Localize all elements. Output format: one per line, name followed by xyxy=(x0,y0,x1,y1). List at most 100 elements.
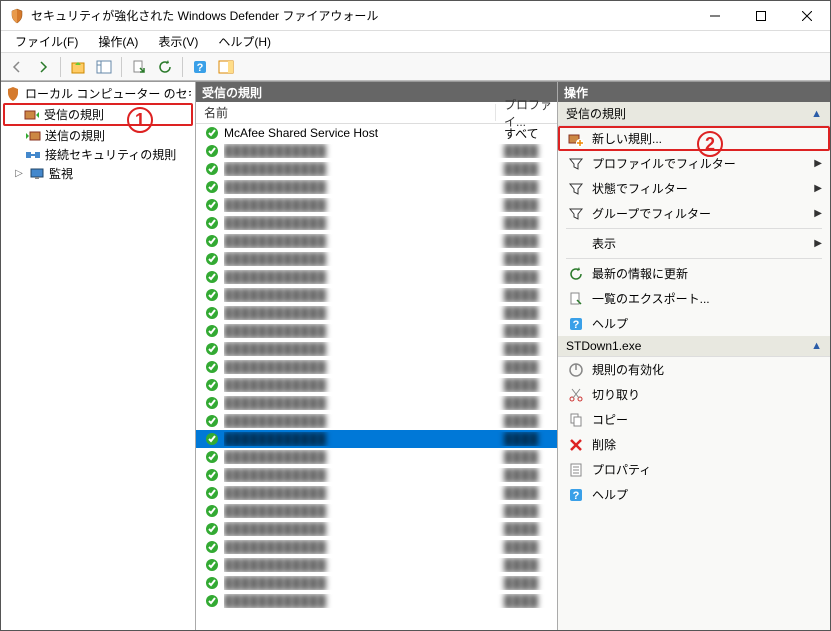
list-row[interactable]: ████████████████ xyxy=(196,448,557,466)
outbound-rule-icon xyxy=(25,128,41,144)
list-row[interactable]: ████████████████ xyxy=(196,358,557,376)
tree-item-monitor[interactable]: ▷ 監視 xyxy=(3,164,193,183)
list-header: 名前 プロファイ... xyxy=(196,102,557,124)
action-view[interactable]: 表示 ▶ xyxy=(558,231,830,256)
list-row[interactable]: ████████████████ xyxy=(196,430,557,448)
back-button[interactable] xyxy=(5,56,29,78)
action-new-rule[interactable]: 新しい規則... xyxy=(558,126,830,151)
actions-pane: 操作 受信の規則 ▲ 新しい規則... プロファイルでフィルター ▶ 状態 xyxy=(558,82,830,630)
action-help2[interactable]: ? ヘルプ xyxy=(558,482,830,507)
submenu-arrow-icon: ▶ xyxy=(814,208,822,219)
check-icon xyxy=(204,125,220,141)
list-row[interactable]: ████████████████ xyxy=(196,160,557,178)
export-icon xyxy=(568,291,584,307)
menu-help[interactable]: ヘルプ(H) xyxy=(210,31,279,52)
window-title: セキュリティが強化された Windows Defender ファイアウォール xyxy=(31,7,692,24)
list-row[interactable]: ████████████████ xyxy=(196,484,557,502)
list-row[interactable]: McAfee Shared Service Hostすべて xyxy=(196,124,557,142)
list-row[interactable]: ████████████████ xyxy=(196,538,557,556)
action-filter-profile[interactable]: プロファイルでフィルター ▶ xyxy=(558,151,830,176)
row-name-blurred: ████████████ xyxy=(224,396,496,410)
action-export[interactable]: 一覧のエクスポート... xyxy=(558,286,830,311)
row-name-blurred: ████████████ xyxy=(224,342,496,356)
list-row[interactable]: ████████████████ xyxy=(196,232,557,250)
list-row[interactable]: ████████████████ xyxy=(196,214,557,232)
check-icon xyxy=(204,593,220,609)
tree-item-inbound[interactable]: 受信の規則 xyxy=(3,103,193,126)
check-icon xyxy=(204,449,220,465)
row-name-blurred: ████████████ xyxy=(224,252,496,266)
action-help[interactable]: ? ヘルプ xyxy=(558,311,830,336)
list-row[interactable]: ████████████████ xyxy=(196,322,557,340)
list-row[interactable]: ████████████████ xyxy=(196,556,557,574)
actions-section-item[interactable]: STDown1.exe ▲ xyxy=(558,336,830,357)
list-row[interactable]: ████████████████ xyxy=(196,520,557,538)
row-name-blurred: ████████████ xyxy=(224,198,496,212)
action-refresh[interactable]: 最新の情報に更新 xyxy=(558,261,830,286)
check-icon xyxy=(204,557,220,573)
properties-icon xyxy=(568,462,584,478)
content-area: ローカル コンピューター のセキュリティ 受信の規則 送信の規則 接続セキュリテ… xyxy=(1,81,830,630)
list-row[interactable]: ████████████████ xyxy=(196,142,557,160)
maximize-button[interactable] xyxy=(738,1,784,31)
action-enable[interactable]: 規則の有効化 xyxy=(558,357,830,382)
tree-root[interactable]: ローカル コンピューター のセキュリティ xyxy=(3,84,193,103)
svg-text:?: ? xyxy=(197,62,204,74)
menu-file[interactable]: ファイル(F) xyxy=(7,31,86,52)
col-name[interactable]: 名前 xyxy=(196,104,496,121)
list-row[interactable]: ████████████████ xyxy=(196,376,557,394)
list-row[interactable]: ████████████████ xyxy=(196,196,557,214)
check-icon xyxy=(204,431,220,447)
row-profile-blurred: ████ xyxy=(496,144,557,158)
list-row[interactable]: ████████████████ xyxy=(196,268,557,286)
actions-pane-button[interactable] xyxy=(214,56,238,78)
list-body[interactable]: McAfee Shared Service Hostすべて███████████… xyxy=(196,124,557,630)
cut-icon xyxy=(568,387,584,403)
list-row[interactable]: ████████████████ xyxy=(196,466,557,484)
filter-icon xyxy=(568,156,584,172)
titlebar: セキュリティが強化された Windows Defender ファイアウォール xyxy=(1,1,830,31)
list-row[interactable]: ████████████████ xyxy=(196,502,557,520)
action-cut[interactable]: 切り取り xyxy=(558,382,830,407)
list-row[interactable]: ████████████████ xyxy=(196,394,557,412)
connsec-icon xyxy=(25,147,41,163)
show-tree-button[interactable] xyxy=(92,56,116,78)
actions-section-inbound[interactable]: 受信の規則 ▲ xyxy=(558,102,830,126)
toolbar-separator xyxy=(60,57,61,77)
minimize-button[interactable] xyxy=(692,1,738,31)
actions-header: 操作 xyxy=(558,82,830,102)
filter-icon xyxy=(568,181,584,197)
list-row[interactable]: ████████████████ xyxy=(196,340,557,358)
collapse-icon[interactable]: ▲ xyxy=(811,340,822,352)
forward-button[interactable] xyxy=(31,56,55,78)
refresh-button[interactable] xyxy=(153,56,177,78)
row-profile-blurred: ████ xyxy=(496,342,557,356)
row-profile-blurred: ████ xyxy=(496,576,557,590)
list-row[interactable]: ████████████████ xyxy=(196,412,557,430)
new-rule-icon xyxy=(568,131,584,147)
action-copy[interactable]: コピー xyxy=(558,407,830,432)
action-filter-state[interactable]: 状態でフィルター ▶ xyxy=(558,176,830,201)
list-row[interactable]: ████████████████ xyxy=(196,574,557,592)
close-button[interactable] xyxy=(784,1,830,31)
submenu-arrow-icon: ▶ xyxy=(814,238,822,249)
menu-action[interactable]: 操作(A) xyxy=(90,31,146,52)
list-row[interactable]: ████████████████ xyxy=(196,304,557,322)
action-delete[interactable]: 削除 xyxy=(558,432,830,457)
help-button[interactable]: ? xyxy=(188,56,212,78)
action-properties[interactable]: プロパティ xyxy=(558,457,830,482)
export-button[interactable] xyxy=(127,56,151,78)
list-row[interactable]: ████████████████ xyxy=(196,178,557,196)
list-row[interactable]: ████████████████ xyxy=(196,592,557,610)
expand-icon[interactable]: ▷ xyxy=(13,168,25,179)
list-row[interactable]: ████████████████ xyxy=(196,250,557,268)
tree-item-outbound[interactable]: 送信の規則 xyxy=(3,126,193,145)
list-row[interactable]: ████████████████ xyxy=(196,286,557,304)
up-button[interactable] xyxy=(66,56,90,78)
action-label: プロパティ xyxy=(592,461,822,478)
action-filter-group[interactable]: グループでフィルター ▶ xyxy=(558,201,830,226)
collapse-icon[interactable]: ▲ xyxy=(811,108,822,120)
menu-view[interactable]: 表示(V) xyxy=(150,31,206,52)
tree-item-connsec[interactable]: 接続セキュリティの規則 xyxy=(3,145,193,164)
check-icon xyxy=(204,179,220,195)
